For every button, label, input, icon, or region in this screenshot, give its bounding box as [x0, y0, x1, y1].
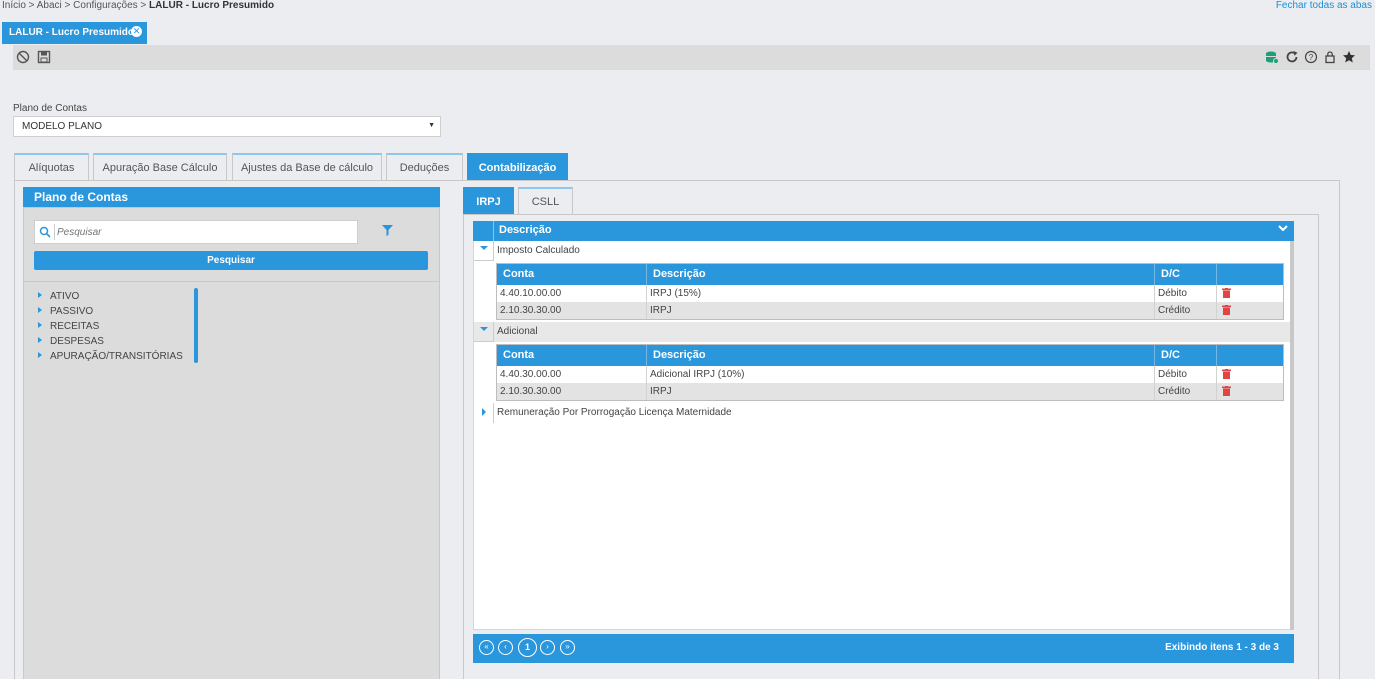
chevron-down-icon: ▼	[428, 122, 435, 129]
grid-scrollbar[interactable]	[1290, 241, 1294, 630]
star-icon[interactable]	[1342, 50, 1356, 64]
group-label: Imposto Calculado	[497, 245, 580, 256]
left-panel-title: Plano de Contas	[23, 187, 440, 207]
collapse-toggle[interactable]	[474, 322, 494, 342]
group-row: Imposto Calculado	[474, 241, 1290, 261]
account-tree: ATIVO PASSIVO RECEITAS DESPESAS APURAÇÃO…	[24, 281, 439, 679]
tree-scrollbar[interactable]	[194, 288, 198, 363]
cell-descricao: Adicional IRPJ (10%)	[647, 366, 1155, 383]
column-header-descricao[interactable]: Descrição	[647, 264, 1155, 285]
table-row[interactable]: 4.40.30.00.00 Adicional IRPJ (10%) Débit…	[497, 366, 1283, 383]
tree-item[interactable]: DESPESAS	[38, 336, 104, 347]
window-tab[interactable]: LALUR - Lucro Presumido ✕	[2, 22, 147, 44]
cell-conta: 2.10.30.30.00	[497, 383, 647, 400]
cell-descricao: IRPJ	[647, 383, 1155, 400]
search-input[interactable]	[57, 224, 347, 240]
cell-dc: Débito	[1155, 285, 1217, 302]
cell-conta: 4.40.10.00.00	[497, 285, 647, 302]
table-row[interactable]: 2.10.30.30.00 IRPJ Crédito	[497, 383, 1283, 400]
tree-item[interactable]: ATIVO	[38, 291, 79, 302]
first-page-icon[interactable]: «	[479, 640, 494, 655]
group-row: Adicional	[474, 322, 1290, 342]
subtab-csll[interactable]: CSLL	[518, 187, 573, 215]
column-header-actions	[1217, 345, 1283, 366]
column-header-dc[interactable]: D/C	[1155, 345, 1217, 366]
tree-item[interactable]: PASSIVO	[38, 306, 93, 317]
cell-dc: Crédito	[1155, 383, 1217, 400]
next-page-icon[interactable]: ›	[540, 640, 555, 655]
cell-dc: Crédito	[1155, 302, 1217, 319]
column-header-actions	[1217, 264, 1283, 285]
close-all-tabs-link[interactable]: Fechar todas as abas	[1276, 0, 1372, 11]
svg-text:?: ?	[1309, 53, 1314, 62]
cell-conta: 4.40.30.00.00	[497, 366, 647, 383]
column-header-descricao[interactable]: Descrição	[647, 345, 1155, 366]
expand-arrow-icon[interactable]	[38, 322, 42, 328]
expand-arrow-icon[interactable]	[38, 337, 42, 343]
breadcrumb: Início > Abaci > Configurações > LALUR -…	[2, 0, 274, 11]
trash-icon[interactable]	[1222, 369, 1231, 379]
tree-item[interactable]: RECEITAS	[38, 321, 99, 332]
breadcrumb-current: LALUR - Lucro Presumido	[149, 0, 275, 11]
help-icon[interactable]: ?	[1304, 50, 1318, 64]
expand-toggle[interactable]	[474, 403, 494, 423]
tree-item[interactable]: APURAÇÃO/TRANSITÓRIAS	[38, 351, 183, 362]
last-page-icon[interactable]: »	[560, 640, 575, 655]
window-tab-label: LALUR - Lucro Presumido	[9, 27, 135, 38]
prev-page-icon[interactable]: ‹	[498, 640, 513, 655]
cell-descricao: IRPJ	[647, 302, 1155, 319]
column-header-conta[interactable]: Conta	[497, 345, 647, 366]
plano-de-contas-label: Plano de Contas	[13, 103, 87, 114]
tab-deducoes[interactable]: Deduções	[386, 153, 463, 181]
tab-apuracao-base-calculo[interactable]: Apuração Base Cálculo	[93, 153, 227, 181]
trash-icon[interactable]	[1222, 386, 1231, 396]
group-label: Adicional	[497, 326, 538, 337]
current-page-number[interactable]: 1	[518, 638, 537, 657]
table-row[interactable]: 2.10.30.30.00 IRPJ Crédito	[497, 302, 1283, 319]
tab-aliquotas[interactable]: Alíquotas	[14, 153, 89, 181]
plano-de-contas-select[interactable]: MODELO PLANO ▼	[13, 116, 441, 137]
database-icon[interactable]	[1265, 50, 1279, 64]
trash-icon[interactable]	[1222, 288, 1231, 298]
search-button[interactable]: Pesquisar	[34, 251, 428, 270]
cancel-icon[interactable]	[16, 50, 30, 64]
column-header-dc[interactable]: D/C	[1155, 264, 1217, 285]
pager-info: Exibindo itens 1 - 3 de 3	[1165, 642, 1279, 653]
trash-icon[interactable]	[1222, 305, 1231, 315]
toolbar: ?	[13, 45, 1370, 70]
tab-ajustes-base-calculo[interactable]: Ajustes da Base de cálculo	[232, 153, 382, 181]
search-icon	[39, 226, 51, 238]
collapse-toggle[interactable]	[474, 241, 494, 261]
chevron-down-icon[interactable]	[1277, 222, 1289, 234]
pager: « ‹ 1 › » Exibindo itens 1 - 3 de 3	[473, 634, 1294, 663]
expand-arrow-icon[interactable]	[38, 352, 42, 358]
refresh-icon[interactable]	[1285, 50, 1299, 64]
detail-table: Conta Descrição D/C 4.40.30.00.00 Adicio…	[496, 344, 1284, 401]
column-header-conta[interactable]: Conta	[497, 264, 647, 285]
cell-descricao: IRPJ (15%)	[647, 285, 1155, 302]
lock-icon[interactable]	[1323, 50, 1337, 64]
cell-dc: Débito	[1155, 366, 1217, 383]
breadcrumb-path[interactable]: Início > Abaci > Configurações >	[2, 0, 149, 11]
collapse-arrow-icon	[480, 327, 488, 331]
grid-header-descricao[interactable]: Descrição	[499, 224, 552, 236]
subtab-irpj[interactable]: IRPJ	[463, 187, 514, 215]
group-label: Remuneração Por Prorrogação Licença Mate…	[497, 407, 732, 418]
plano-de-contas-value: MODELO PLANO	[22, 121, 103, 132]
close-tab-icon[interactable]: ✕	[131, 26, 142, 37]
detail-table: Conta Descrição D/C 4.40.10.00.00 IRPJ (…	[496, 263, 1284, 320]
grid-header: Descrição	[473, 221, 1294, 241]
collapse-arrow-icon	[480, 246, 488, 250]
tab-contabilizacao[interactable]: Contabilização	[467, 153, 568, 182]
group-row: Remuneração Por Prorrogação Licença Mate…	[474, 403, 1290, 423]
expand-arrow-icon	[482, 408, 486, 416]
expand-arrow-icon[interactable]	[38, 307, 42, 313]
cell-conta: 2.10.30.30.00	[497, 302, 647, 319]
save-icon[interactable]	[37, 50, 51, 64]
table-row[interactable]: 4.40.10.00.00 IRPJ (15%) Débito	[497, 285, 1283, 302]
search-field[interactable]	[34, 220, 358, 244]
expand-arrow-icon[interactable]	[38, 292, 42, 298]
filter-icon[interactable]	[382, 225, 393, 236]
